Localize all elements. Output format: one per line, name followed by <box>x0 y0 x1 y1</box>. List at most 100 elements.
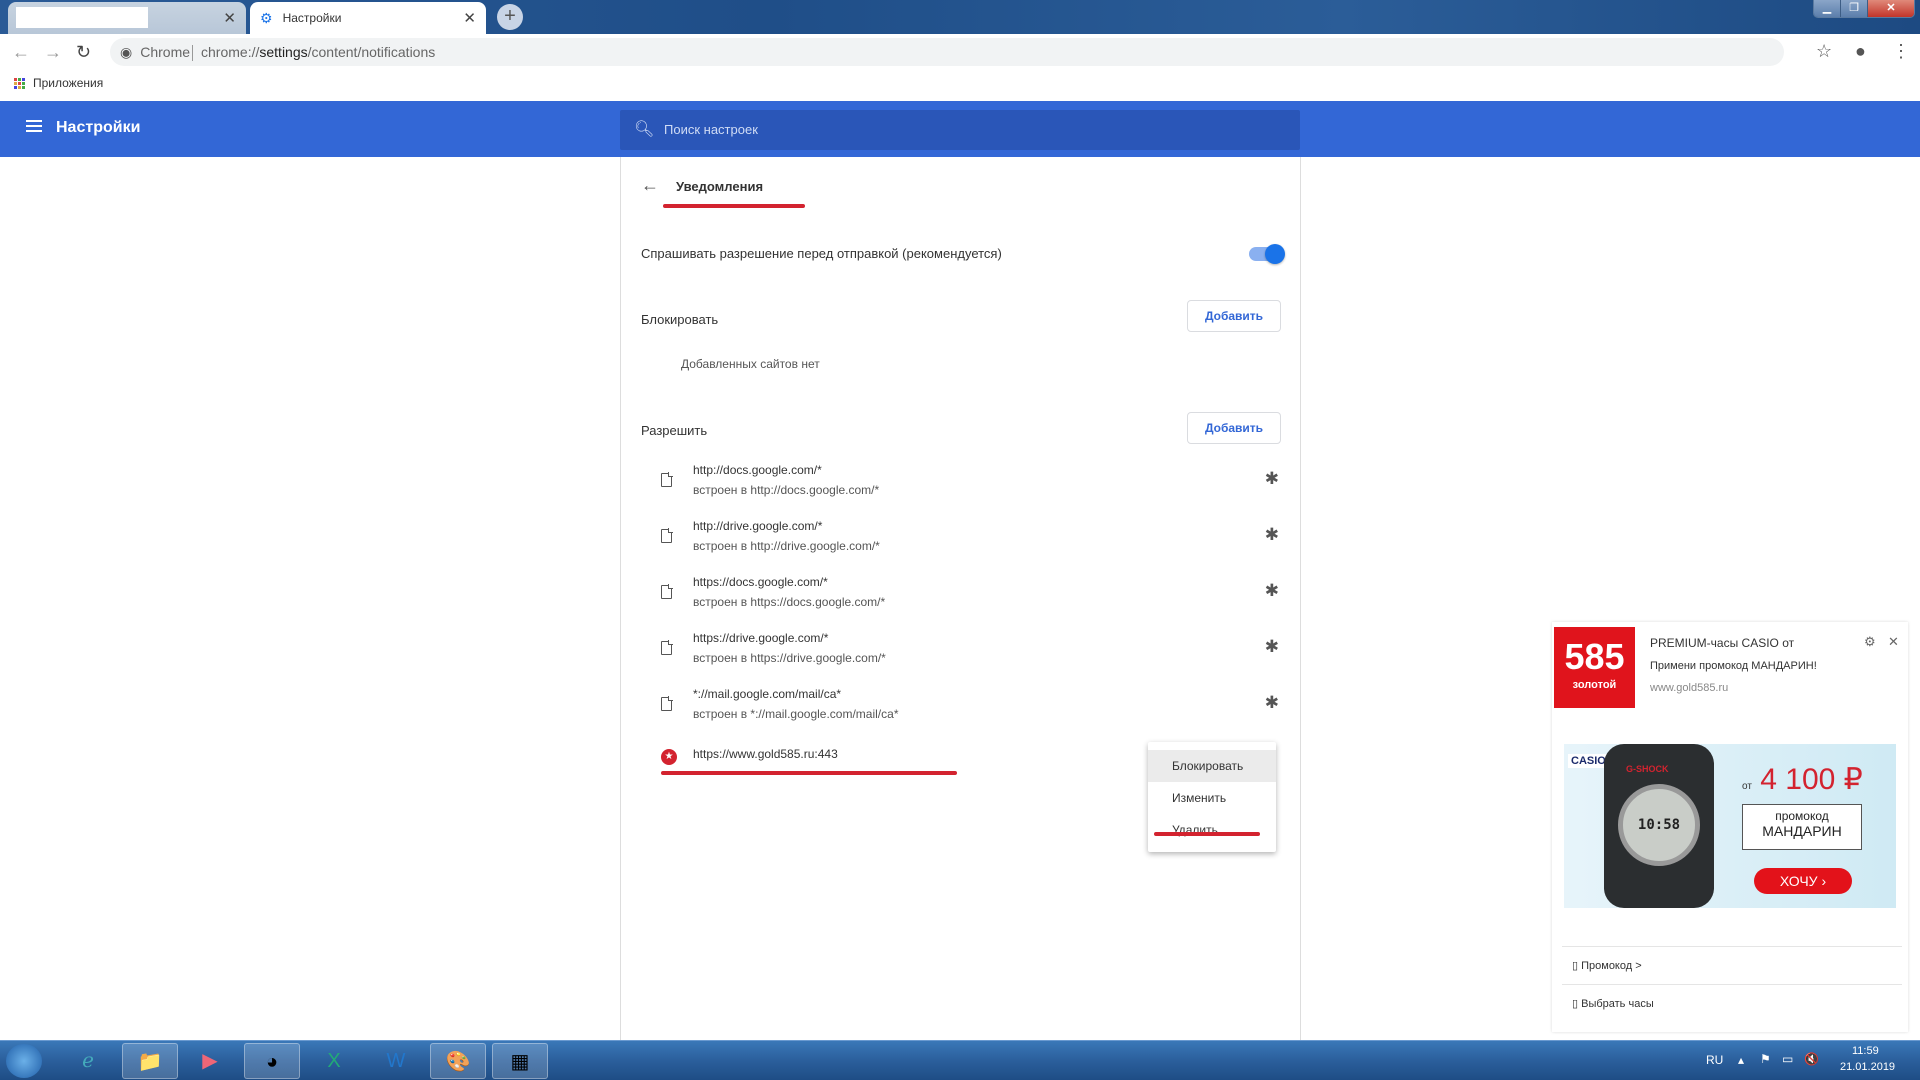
notification-action-choose-watch[interactable]: ▯ Выбрать часы <box>1562 984 1902 1022</box>
task-manager-icon[interactable]: ▦ <box>492 1043 548 1079</box>
promo-label: промокод <box>1775 809 1829 823</box>
action-center-flag-icon[interactable]: ⚑ <box>1760 1052 1771 1066</box>
close-window-button[interactable]: ✕ <box>1868 0 1914 17</box>
site-url: *://mail.google.com/mail/ca* <box>693 687 842 701</box>
minimize-button[interactable]: ▁ <box>1814 0 1841 17</box>
notification-title: PREMIUM-часы CASIO от <box>1650 636 1795 650</box>
site-embedded-in: встроен в https://drive.google.com/* <box>693 651 886 665</box>
tab-settings[interactable]: ⚙ Настройки ✕ <box>250 2 486 34</box>
search-placeholder: Поиск настроек <box>664 122 758 137</box>
windows-taskbar: ℯ 📁 ▶ ◕ X W 🎨 ▦ RU ▴ ⚑ ▭ 🔇 11:59 21.01.2… <box>0 1040 1920 1080</box>
clock-date[interactable]: 21.01.2019 <box>1840 1061 1895 1073</box>
page-title: Уведомления <box>676 179 764 194</box>
allowed-site-row[interactable]: http://docs.google.com/* встроен в http:… <box>661 463 1281 509</box>
settings-search-input[interactable]: 🔍︎ Поиск настроек <box>620 110 1300 150</box>
extension-puzzle-icon[interactable]: ✱ <box>1265 693 1279 713</box>
menu-item-remove[interactable]: Удалить <box>1148 814 1276 846</box>
file-icon <box>661 584 673 599</box>
notification-settings-gear-icon[interactable]: ⚙ <box>1864 634 1876 650</box>
hamburger-menu-icon[interactable] <box>26 120 42 132</box>
watch-image: G-SHOCK 10:58 <box>1604 744 1714 908</box>
annotation-underline-remove <box>1154 832 1260 836</box>
apps-shortcut[interactable]: Приложения <box>14 76 103 90</box>
menu-item-edit[interactable]: Изменить <box>1148 782 1276 814</box>
address-bar[interactable]: ◉ Chrome chrome://settings/content/notific… <box>110 38 1784 66</box>
site-context-menu: Блокировать Изменить Удалить <box>1148 742 1276 852</box>
paint-icon[interactable]: 🎨 <box>430 1043 486 1079</box>
allowed-site-row[interactable]: http://drive.google.com/* встроен в http… <box>661 519 1281 565</box>
omnibox-separator <box>192 45 194 62</box>
file-explorer-icon[interactable]: 📁 <box>122 1043 178 1079</box>
reload-icon[interactable]: ↻ <box>76 42 91 63</box>
allow-section-label: Разрешить <box>641 423 708 438</box>
internet-explorer-icon[interactable]: ℯ <box>60 1043 116 1079</box>
forward-arrow-icon[interactable]: → <box>44 42 62 63</box>
bookmark-star-icon[interactable]: ☆ <box>1816 41 1832 62</box>
start-button[interactable] <box>6 1044 42 1078</box>
word-icon[interactable]: W <box>368 1043 424 1079</box>
excel-icon[interactable]: X <box>306 1043 362 1079</box>
language-indicator[interactable]: RU <box>1706 1053 1723 1067</box>
menu-item-block[interactable]: Блокировать <box>1148 750 1276 782</box>
show-hidden-icons-icon[interactable]: ▴ <box>1738 1053 1744 1067</box>
tab-title: Настройки <box>282 11 342 25</box>
site-embedded-in: встроен в *://mail.google.com/mail/ca* <box>693 707 899 721</box>
watch-face: 10:58 <box>1618 784 1700 866</box>
allowed-site-row[interactable]: *://mail.google.com/mail/ca* встроен в *… <box>661 687 1281 733</box>
site-embedded-in: встроен в https://docs.google.com/* <box>693 595 886 609</box>
logo-text: золотой <box>1572 679 1617 691</box>
price-prefix: от <box>1742 781 1752 792</box>
bookmarks-bar: Приложения <box>0 70 1920 100</box>
new-tab-button[interactable]: + <box>497 4 523 30</box>
volume-muted-icon[interactable]: 🔇 <box>1804 1052 1819 1066</box>
promo-code: МАНДАРИН <box>1762 823 1842 839</box>
tab-inactive[interactable]: ✕ <box>8 2 246 34</box>
notifications-settings-card: ← Уведомления Спрашивать разрешение пере… <box>620 157 1301 1040</box>
web-notification-popup[interactable]: 585 золотой PREMIUM-часы CASIO от Примен… <box>1552 622 1908 1032</box>
allowed-site-row[interactable]: https://docs.google.com/* встроен в http… <box>661 575 1281 621</box>
annotation-underline-title <box>663 204 805 208</box>
allowed-site-row[interactable]: https://drive.google.com/* встроен в htt… <box>661 631 1281 677</box>
watch-brand: G-SHOCK <box>1626 764 1669 774</box>
file-icon <box>661 696 673 711</box>
settings-header: Настройки 🔍︎ Поиск настроек <box>0 101 1920 157</box>
chrome-secure-icon: ◉ <box>120 44 133 60</box>
apps-label: Приложения <box>33 76 104 90</box>
notification-close-icon[interactable]: ✕ <box>1888 634 1899 650</box>
site-embedded-in: встроен в http://drive.google.com/* <box>693 539 880 553</box>
price-label: от 4 100 ₽ <box>1742 762 1863 797</box>
extension-puzzle-icon[interactable]: ✱ <box>1265 637 1279 657</box>
ad-banner-image[interactable]: CASIO G-SHOCK 10:58 от 4 100 ₽ промокод … <box>1564 744 1896 908</box>
extension-puzzle-icon[interactable]: ✱ <box>1265 581 1279 601</box>
allow-add-button[interactable]: Добавить <box>1187 412 1281 444</box>
chrome-taskbar-icon[interactable]: ◕ <box>244 1043 300 1079</box>
notification-source: www.gold585.ru <box>1650 682 1729 694</box>
clock-time[interactable]: 11:59 <box>1852 1045 1879 1057</box>
extension-puzzle-icon[interactable]: ✱ <box>1265 469 1279 489</box>
site-url: https://drive.google.com/* <box>693 631 829 645</box>
file-icon <box>661 528 673 543</box>
restore-button[interactable]: ❐ <box>1841 0 1868 17</box>
settings-title: Настройки <box>56 119 141 136</box>
tab-close-icon[interactable]: ✕ <box>463 9 476 27</box>
ask-permission-toggle[interactable] <box>1249 244 1285 264</box>
more-menu-icon[interactable]: ⋮ <box>1892 41 1910 62</box>
tab-close-icon[interactable]: ✕ <box>223 9 236 27</box>
logo-number: 585 <box>1564 636 1625 677</box>
site-url: http://docs.google.com/* <box>693 463 822 477</box>
site-url: https://docs.google.com/* <box>693 575 828 589</box>
browser-toolbar: ← → ↻ ◉ Chrome chrome://settings/content/n… <box>0 34 1920 70</box>
want-button[interactable]: ХОЧУ › <box>1754 868 1852 894</box>
network-icon[interactable]: ▭ <box>1782 1052 1793 1066</box>
back-arrow-icon[interactable]: ← <box>12 42 30 63</box>
profile-avatar-icon[interactable]: ● <box>1855 41 1866 62</box>
back-arrow-icon[interactable]: ← <box>641 175 659 196</box>
media-player-icon[interactable]: ▶ <box>182 1043 238 1079</box>
notification-action-promo[interactable]: ▯ Промокод > <box>1562 946 1902 984</box>
url-host: settings <box>259 44 308 60</box>
site-url: https://www.gold585.ru:443 <box>693 747 838 761</box>
block-add-button[interactable]: Добавить <box>1187 300 1281 332</box>
site-favicon-star-icon: ★ <box>661 749 677 765</box>
casio-brand-logo: CASIO <box>1568 754 1609 768</box>
extension-puzzle-icon[interactable]: ✱ <box>1265 525 1279 545</box>
